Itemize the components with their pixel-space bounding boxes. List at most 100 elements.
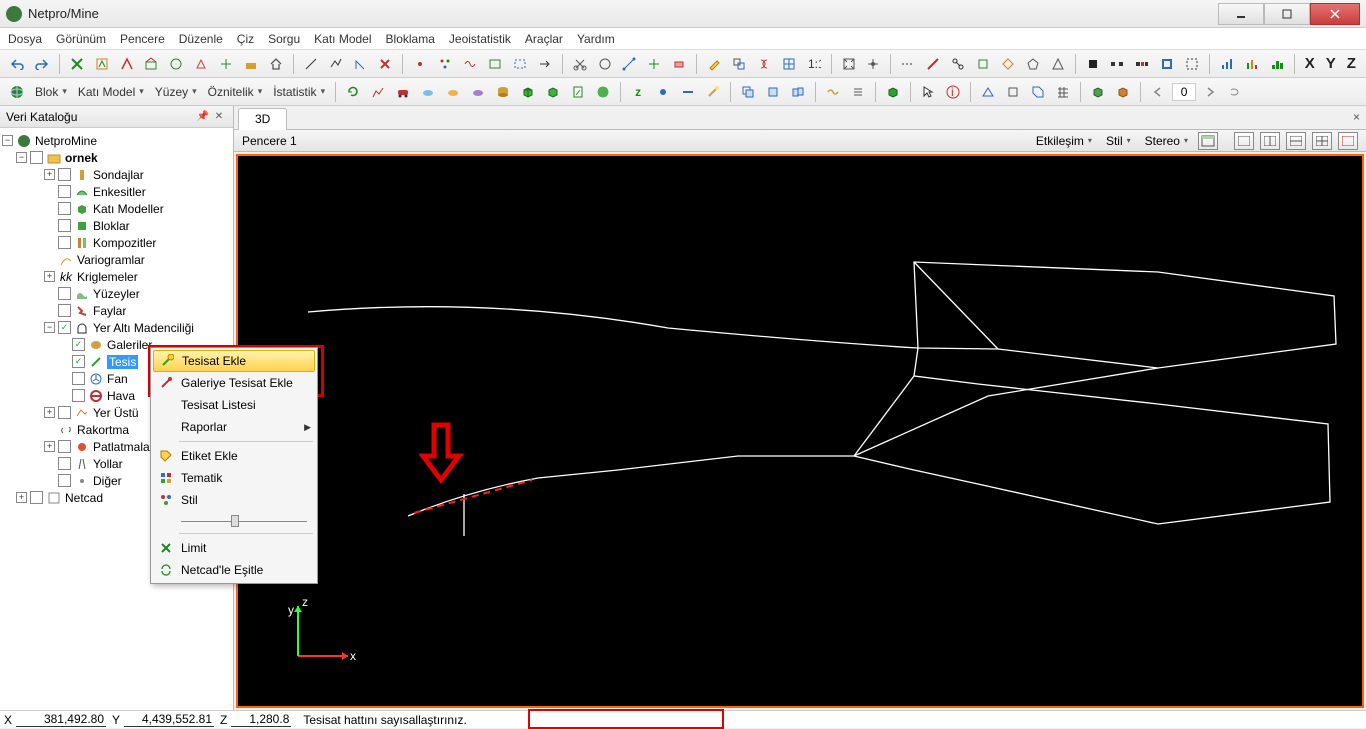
tree-check[interactable] [58, 185, 71, 198]
tree-item[interactable]: Sondajlar [93, 168, 144, 182]
tree-toggle[interactable]: + [44, 441, 55, 452]
layout-btn-4[interactable] [1312, 132, 1332, 150]
line-icon[interactable] [300, 53, 322, 75]
poly5-icon[interactable] [1022, 53, 1044, 75]
stil-dropdown[interactable]: Stil [1102, 134, 1135, 148]
maximize-button[interactable] [1264, 3, 1310, 25]
minimize-button[interactable] [1218, 3, 1264, 25]
tree-check[interactable] [72, 372, 85, 385]
tree-toggle[interactable]: + [16, 492, 27, 503]
offset-icon[interactable] [728, 53, 750, 75]
tree-item[interactable]: Kompozitler [93, 236, 156, 250]
menu-ciz[interactable]: Çiz [237, 32, 254, 46]
tool-icon[interactable] [165, 53, 187, 75]
cloud2-icon[interactable] [442, 81, 464, 103]
tri-icon[interactable] [1047, 53, 1069, 75]
copy-b-icon[interactable] [737, 81, 759, 103]
viewport-3d[interactable]: x z y [236, 154, 1364, 708]
tree-check[interactable] [58, 440, 71, 453]
ctx-tesisat-listesi[interactable]: Tesisat Listesi [153, 394, 315, 416]
close-button[interactable] [1310, 3, 1360, 25]
tool-icon[interactable] [66, 53, 88, 75]
loop-icon[interactable] [1224, 81, 1246, 103]
ctx-etiket[interactable]: Etiket Ekle [153, 445, 315, 467]
info-icon[interactable]: i [942, 81, 964, 103]
erase-icon[interactable] [668, 53, 690, 75]
tree-item[interactable]: Yollar [93, 457, 123, 471]
list-icon[interactable] [847, 81, 869, 103]
x-icon[interactable] [374, 53, 396, 75]
globe-icon[interactable] [6, 81, 28, 103]
menu-jeoistatistik[interactable]: Jeoistatistik [449, 32, 511, 46]
rect2-icon[interactable] [509, 53, 531, 75]
diamond-icon[interactable] [997, 53, 1019, 75]
layout-btn-2[interactable] [1260, 132, 1280, 150]
tree-item[interactable]: Fan [107, 372, 128, 386]
ctx-opacity-slider[interactable] [181, 513, 307, 529]
ctx-esitle[interactable]: Netcad'le Eşitle [153, 559, 315, 581]
angle-icon[interactable] [350, 53, 372, 75]
tree-check[interactable] [58, 287, 71, 300]
point-icon[interactable] [409, 53, 431, 75]
tree-item[interactable]: Enkesitler [93, 185, 146, 199]
view-btn-1[interactable] [1198, 132, 1218, 150]
tree-item[interactable]: Kriglemeler [77, 270, 138, 284]
menu-dosya[interactable]: Dosya [8, 32, 42, 46]
ctx-tesisat-ekle[interactable]: Tesisat Ekle [153, 350, 315, 372]
tree-item[interactable]: Bloklar [93, 219, 130, 233]
blue-sq-icon[interactable] [1156, 53, 1178, 75]
line2-icon[interactable] [618, 53, 640, 75]
arrow-icon[interactable] [534, 53, 556, 75]
car-icon[interactable] [392, 81, 414, 103]
cursor-icon[interactable] [917, 81, 939, 103]
db-icon[interactable] [492, 81, 514, 103]
menu-araclar[interactable]: Araçlar [525, 32, 563, 46]
tag-icon[interactable] [1027, 81, 1049, 103]
menu-pencere[interactable]: Pencere [120, 32, 165, 46]
tree-check[interactable] [58, 202, 71, 215]
tree-check[interactable] [58, 474, 71, 487]
edit-icon[interactable] [703, 53, 725, 75]
tree-item[interactable]: Galeriler [107, 338, 152, 352]
wave-y-icon[interactable] [822, 81, 844, 103]
tree-toggle[interactable]: + [44, 407, 55, 418]
tree-toggle[interactable]: − [16, 152, 27, 163]
oznitelik-dropdown[interactable]: Öznitelik [204, 81, 267, 103]
y-label-icon[interactable]: Y [1326, 55, 1336, 72]
tree-item[interactable]: Rakortma [77, 423, 129, 437]
tree-item[interactable]: Faylar [93, 304, 126, 318]
black-sq-icon[interactable] [1082, 53, 1104, 75]
circle-icon[interactable] [594, 53, 616, 75]
menu-sorgu[interactable]: Sorgu [268, 32, 300, 46]
tree-item[interactable]: Netcad [65, 491, 103, 505]
tree-item[interactable]: Patlatmala [93, 440, 150, 454]
tree-item[interactable]: Diğer [93, 474, 122, 488]
tree-item[interactable]: Hava [107, 389, 135, 403]
tree-check[interactable]: ✓ [58, 321, 71, 334]
tool-icon[interactable] [190, 53, 212, 75]
tool-icon[interactable] [116, 53, 138, 75]
cube-y-icon[interactable] [1087, 81, 1109, 103]
layout-btn-3[interactable] [1286, 132, 1306, 150]
tree-check[interactable]: ✓ [72, 355, 85, 368]
cloud-icon[interactable] [417, 81, 439, 103]
tree-item[interactable]: Yer Üstü [93, 406, 139, 420]
red-line-icon[interactable] [922, 53, 944, 75]
menu-duzenle[interactable]: Düzenle [179, 32, 223, 46]
z-label-icon[interactable]: Z [1347, 55, 1356, 72]
pin-icon[interactable]: 📌 [195, 109, 211, 125]
sel-icon[interactable] [1181, 53, 1203, 75]
tree-toggle[interactable]: − [44, 322, 55, 333]
yuzey-dropdown[interactable]: Yüzey [151, 81, 201, 103]
tree-toggle[interactable]: − [2, 135, 13, 146]
points-icon[interactable] [434, 53, 456, 75]
tri-b-icon[interactable] [977, 81, 999, 103]
tree-check[interactable] [58, 219, 71, 232]
tree-check[interactable]: ✓ [72, 338, 85, 351]
undo-icon[interactable] [6, 53, 28, 75]
tree-check[interactable] [58, 304, 71, 317]
copy-b3-icon[interactable] [787, 81, 809, 103]
bars3-icon[interactable] [1266, 53, 1288, 75]
tree-check[interactable] [72, 389, 85, 402]
z-green-icon[interactable]: z [627, 81, 649, 103]
